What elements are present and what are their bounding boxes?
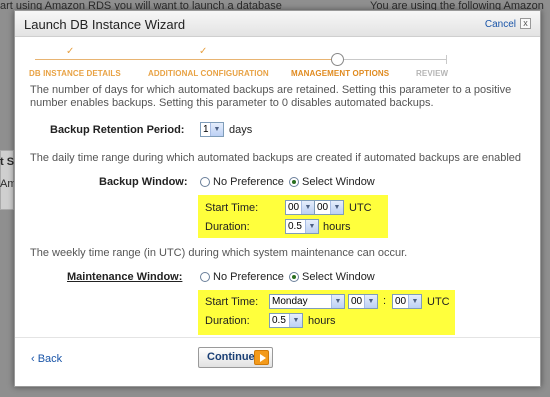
backup-no-preference-radio[interactable] — [200, 177, 210, 187]
step-2-check-icon: ✓ — [199, 46, 208, 57]
maintenance-select-window-radio[interactable] — [289, 272, 299, 282]
step-3-current-icon — [331, 53, 344, 66]
chevron-down-icon: ▼ — [408, 295, 421, 308]
footer-divider — [15, 337, 540, 338]
chevron-down-icon: ▼ — [305, 220, 318, 233]
backup-start-minute-select[interactable]: 00 ▼ — [314, 200, 344, 215]
maintenance-duration-unit: hours — [308, 315, 336, 327]
retention-period-value: 1 — [203, 124, 209, 135]
background-fragment-1: t S — [0, 156, 15, 168]
backup-select-window-radio[interactable] — [289, 177, 299, 187]
continue-button-label: Continue — [207, 351, 255, 363]
step-label-additional-configuration: ADDITIONAL CONFIGURATION — [148, 69, 269, 78]
step-label-review: REVIEW — [416, 69, 449, 78]
maintenance-duration-label: Duration: — [205, 315, 250, 327]
step-4-marker — [446, 55, 447, 64]
maintenance-start-hour-select[interactable]: 00 ▼ — [348, 294, 378, 309]
maintenance-start-minute-select[interactable]: 00 ▼ — [392, 294, 422, 309]
maintenance-day-select[interactable]: Monday ▼ — [269, 294, 345, 309]
step-label-db-instance-details: DB INSTANCE DETAILS — [29, 69, 121, 78]
backup-start-hour-value: 00 — [288, 202, 300, 213]
maintenance-start-minute-value: 00 — [395, 296, 407, 307]
backup-tz-label: UTC — [349, 202, 372, 214]
maintenance-select-window-label[interactable]: Select Window — [302, 271, 375, 283]
maintenance-start-hour-value: 00 — [351, 296, 363, 307]
chevron-down-icon: ▼ — [364, 295, 377, 308]
chevron-down-icon: ▼ — [210, 123, 223, 136]
chevron-down-icon: ▼ — [289, 314, 302, 327]
backup-duration-value: 0.5 — [288, 221, 302, 232]
maintenance-day-value: Monday — [272, 296, 308, 307]
dialog-header: Launch DB Instance Wizard Cancel x — [15, 11, 540, 37]
maintenance-window-description: The weekly time range (in UTC) during wh… — [30, 247, 408, 259]
step-label-management-options: MANAGEMENT OPTIONS — [291, 69, 390, 78]
arrow-right-icon — [254, 350, 269, 365]
backup-select-window-label[interactable]: Select Window — [302, 176, 375, 188]
maintenance-tz-label: UTC — [427, 296, 450, 308]
backup-window-description: The daily time range during which automa… — [30, 152, 522, 164]
backup-duration-select[interactable]: 0.5 ▼ — [285, 219, 319, 234]
backup-window-label: Backup Window: — [99, 176, 188, 188]
close-icon[interactable]: x — [520, 18, 531, 29]
backup-start-time-label: Start Time: — [205, 202, 259, 214]
retention-description: The number of days for which automated b… — [30, 84, 512, 109]
backup-no-preference-label[interactable]: No Preference — [213, 176, 284, 188]
launch-db-wizard-dialog: Launch DB Instance Wizard Cancel x ✓ ✓ D… — [14, 10, 541, 387]
chevron-down-icon: ▼ — [331, 295, 344, 308]
maintenance-start-time-label: Start Time: — [205, 296, 259, 308]
steps-track-completed — [35, 59, 335, 60]
backup-start-minute-value: 00 — [317, 202, 329, 213]
retention-unit: days — [229, 124, 253, 136]
backup-duration-label: Duration: — [205, 221, 250, 233]
chevron-down-icon: ▼ — [301, 201, 314, 214]
maintenance-time-separator: : — [383, 295, 387, 307]
maintenance-no-preference-label[interactable]: No Preference — [213, 271, 284, 283]
maintenance-duration-select[interactable]: 0.5 ▼ — [269, 313, 303, 328]
maintenance-no-preference-radio[interactable] — [200, 272, 210, 282]
backup-start-hour-select[interactable]: 00 ▼ — [285, 200, 315, 215]
dialog-title: Launch DB Instance Wizard — [24, 17, 186, 32]
retention-period-select[interactable]: 1 ▼ — [200, 122, 224, 137]
back-link[interactable]: ‹ Back — [31, 353, 62, 365]
maintenance-duration-value: 0.5 — [272, 315, 286, 326]
step-1-check-icon: ✓ — [66, 46, 75, 57]
continue-button[interactable]: Continue — [198, 347, 273, 368]
chevron-down-icon: ▼ — [330, 201, 343, 214]
cancel-link[interactable]: Cancel — [485, 19, 516, 30]
maintenance-window-label: Maintenance Window: — [67, 271, 183, 283]
retention-label: Backup Retention Period: — [50, 124, 185, 136]
backup-duration-unit: hours — [323, 221, 351, 233]
